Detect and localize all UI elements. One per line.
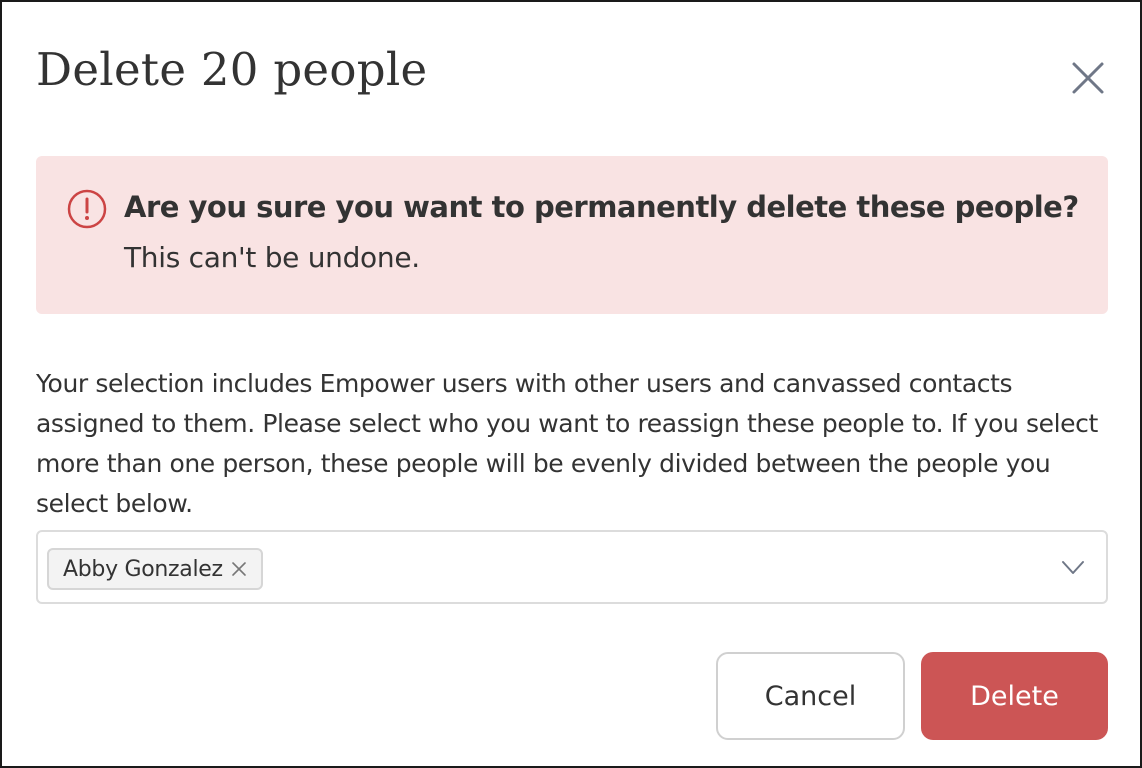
cancel-button[interactable]: Cancel (716, 652, 905, 740)
exclamation-circle-icon (66, 188, 108, 230)
close-icon (1066, 56, 1110, 100)
delete-button[interactable]: Delete (921, 652, 1108, 740)
dialog-title: Delete 20 people (36, 43, 428, 96)
remove-tag-button[interactable] (231, 561, 247, 577)
reassign-description: Your selection includes Empower users wi… (36, 369, 1098, 518)
alert-subtext: This can't be undone. (124, 241, 420, 274)
delete-people-dialog: Delete 20 people Are you sure you want t… (0, 0, 1142, 768)
chevron-down-icon[interactable] (1060, 556, 1086, 578)
selected-person-tag: Abby Gonzalez (47, 548, 263, 590)
reassign-people-select[interactable]: Abby Gonzalez (36, 530, 1108, 604)
close-button[interactable] (1066, 56, 1110, 100)
alert-heading: Are you sure you want to permanently del… (124, 190, 1079, 224)
close-icon (231, 562, 246, 576)
warning-alert: Are you sure you want to permanently del… (36, 156, 1108, 314)
tag-label: Abby Gonzalez (63, 556, 223, 582)
